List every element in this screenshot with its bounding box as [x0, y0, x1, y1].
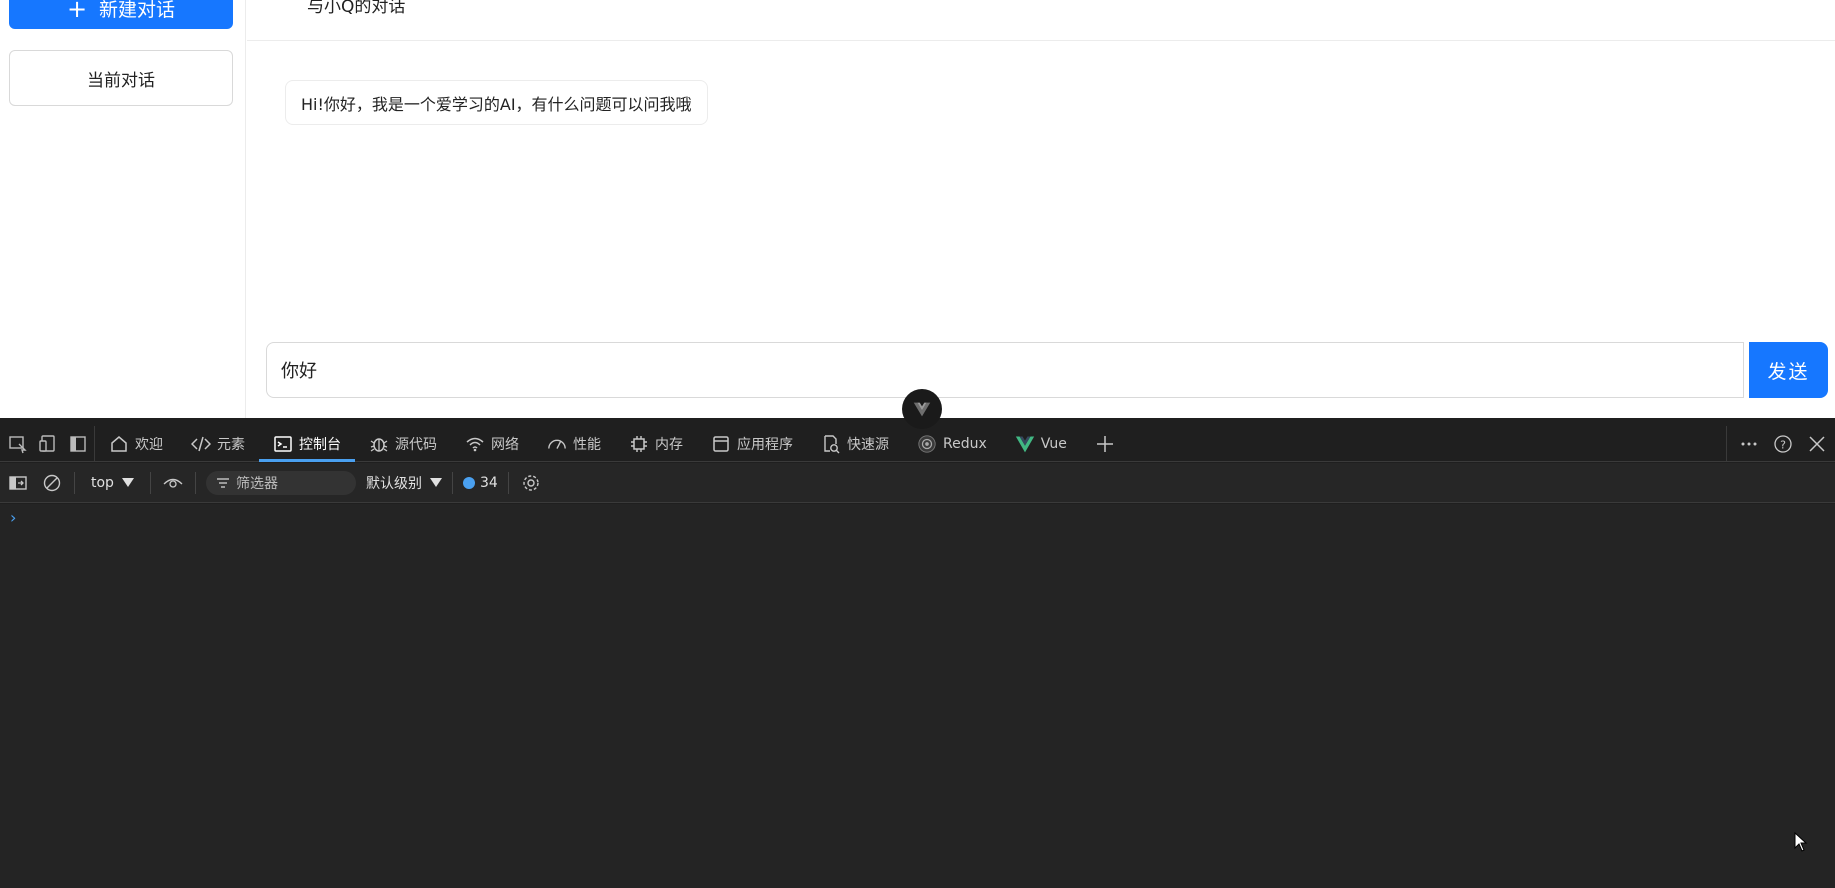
tab-label: 应用程序 — [737, 436, 793, 453]
chip-icon — [629, 434, 649, 454]
devtools-panel: 欢迎 元素 控制台 源代码 网络 性能 内存 应用程序 快速源 Redux Vu… — [0, 418, 1835, 888]
vue-logo-icon — [913, 402, 931, 417]
tab-label: 源代码 — [395, 436, 437, 453]
tab-sources[interactable]: 源代码 — [355, 426, 451, 462]
tab-label: 欢迎 — [135, 436, 163, 453]
divider — [149, 471, 151, 494]
tab-console[interactable]: 控制台 — [259, 426, 355, 462]
dock-side-icon[interactable] — [66, 432, 90, 456]
sidebar-toggle-icon[interactable] — [6, 471, 30, 495]
divider — [451, 471, 453, 494]
vue-devtools-toggle[interactable] — [902, 389, 942, 429]
filter-icon — [216, 477, 229, 488]
context-value: top — [91, 474, 114, 491]
add-tool-button[interactable] — [1081, 426, 1129, 462]
vue-logo-icon — [1015, 434, 1035, 454]
gear-icon[interactable] — [519, 471, 543, 495]
filter-input[interactable]: 筛选器 — [205, 470, 356, 495]
quick-source-icon — [821, 434, 841, 454]
log-level-select[interactable]: 默认级别 — [366, 473, 442, 493]
divider — [507, 471, 509, 494]
message-icon — [462, 476, 475, 489]
device-emulation-icon[interactable] — [36, 432, 60, 456]
console-prompt-icon: › — [10, 508, 17, 527]
new-chat-button[interactable]: + 新建对话 — [9, 0, 233, 29]
sidebar: + 新建对话 当前对话 — [0, 0, 246, 418]
tab-redux[interactable]: Redux — [903, 426, 1001, 462]
devtools-lead-icons — [0, 426, 95, 461]
help-icon[interactable]: ? — [1771, 432, 1795, 456]
wifi-icon — [465, 434, 485, 454]
tab-label: 控制台 — [299, 436, 341, 453]
assistant-message: Hi!你好，我是一个爱学习的AI，有什么问题可以问我哦 — [285, 80, 708, 125]
console-toolbar: top 筛选器 默认级别 34 — [0, 463, 1835, 503]
more-icon[interactable] — [1737, 432, 1761, 456]
filter-placeholder: 筛选器 — [235, 475, 278, 492]
tab-label: 元素 — [217, 436, 245, 453]
tab-application[interactable]: 应用程序 — [697, 426, 807, 462]
inspect-element-icon[interactable] — [6, 432, 30, 456]
chat-app: + 新建对话 当前对话 与小Q的对话 Hi!你好，我是一个爱学习的AI，有什么问… — [0, 0, 1835, 418]
clear-console-icon[interactable] — [40, 471, 64, 495]
current-chat-item[interactable]: 当前对话 — [9, 50, 233, 106]
tab-vue[interactable]: Vue — [1001, 426, 1081, 462]
issues-counter[interactable]: 34 — [462, 474, 498, 491]
tab-quick-source[interactable]: 快速源 — [807, 426, 903, 462]
redux-icon — [917, 434, 937, 454]
devtools-right-icons: ? — [1726, 426, 1829, 462]
close-icon[interactable] — [1805, 432, 1829, 456]
chat-title: 与小Q的对话 — [307, 0, 406, 17]
tab-elements[interactable]: 元素 — [177, 426, 259, 462]
current-chat-label: 当前对话 — [87, 70, 155, 91]
plus-icon — [1095, 434, 1115, 454]
home-icon — [109, 434, 129, 454]
log-level-value: 默认级别 — [365, 475, 422, 492]
devtools-tabbar: 欢迎 元素 控制台 源代码 网络 性能 内存 应用程序 快速源 Redux Vu… — [0, 426, 1835, 462]
context-select[interactable]: top — [85, 475, 140, 491]
new-chat-label: 新建对话 — [99, 0, 176, 21]
divider — [194, 471, 196, 494]
code-icon — [191, 434, 211, 454]
caret-down-icon — [121, 477, 134, 487]
console-icon — [273, 434, 293, 454]
send-button[interactable]: 发送 — [1749, 342, 1828, 398]
tab-label: 网络 — [491, 436, 519, 453]
chat-header: 与小Q的对话 — [247, 0, 1835, 41]
tab-network[interactable]: 网络 — [451, 426, 533, 462]
tab-performance[interactable]: 性能 — [533, 426, 615, 462]
svg-text:?: ? — [1780, 439, 1786, 452]
chat-main: 与小Q的对话 Hi!你好，我是一个爱学习的AI，有什么问题可以问我哦 发送 — [247, 0, 1835, 418]
tab-label: 内存 — [655, 436, 683, 453]
send-label: 发送 — [1767, 360, 1810, 383]
tab-label: Redux — [943, 435, 987, 452]
app-window-icon — [711, 434, 731, 454]
gauge-icon — [547, 434, 567, 454]
tab-welcome[interactable]: 欢迎 — [95, 426, 177, 462]
mouse-cursor-icon — [1794, 832, 1808, 852]
tab-label: 快速源 — [847, 436, 889, 453]
assistant-message-text: Hi!你好，我是一个爱学习的AI，有什么问题可以问我哦 — [301, 94, 692, 114]
tab-label: 性能 — [573, 436, 601, 453]
eye-icon[interactable] — [161, 471, 185, 495]
chat-input[interactable] — [266, 342, 1744, 398]
tab-label: Vue — [1040, 435, 1067, 452]
screen: + 新建对话 当前对话 与小Q的对话 Hi!你好，我是一个爱学习的AI，有什么问… — [0, 0, 1835, 888]
console-output[interactable]: › — [0, 504, 1835, 888]
bug-icon — [369, 434, 389, 454]
issues-count: 34 — [479, 474, 498, 491]
plus-icon: + — [66, 0, 88, 23]
divider — [74, 471, 75, 494]
caret-down-icon — [429, 477, 442, 487]
tab-memory[interactable]: 内存 — [615, 426, 697, 462]
